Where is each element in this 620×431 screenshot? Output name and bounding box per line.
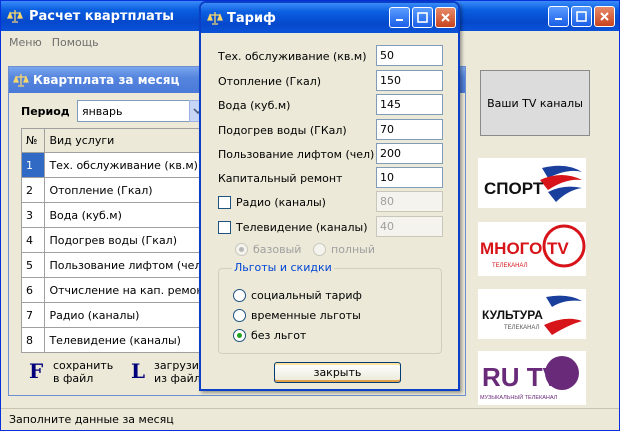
row-service: Тех. обслуживание (кв.м): [44, 152, 211, 178]
water-input[interactable]: [376, 94, 443, 115]
mnogo-logo-text: МНОГО TV: [480, 239, 569, 258]
scales-icon: [207, 10, 223, 26]
tv-channels-input: [376, 216, 443, 237]
field-water: Вода (куб.м): [218, 94, 450, 116]
close-icon[interactable]: [435, 7, 456, 28]
sport-channel-logo[interactable]: СПОРТ: [478, 158, 586, 208]
minimize-icon[interactable]: [389, 7, 410, 28]
elevator-input[interactable]: [376, 143, 443, 164]
field-elevator: Пользование лифтом (чел): [218, 143, 450, 165]
table-row[interactable]: 8 Телевидение (каналы): [20, 327, 211, 353]
row-number: 3: [20, 202, 46, 228]
menu-item-help[interactable]: Помощь: [52, 36, 99, 49]
period-select[interactable]: январь: [77, 100, 207, 122]
menu-item-menu[interactable]: Меню: [9, 36, 42, 49]
rutv-logo-sub: МУЗЫКАЛЬНЫЙ ТЕЛЕКАНАЛ: [480, 393, 558, 401]
status-text: Заполните данные за месяц: [9, 413, 174, 426]
kultura-logo-text: КУЛЬТУРА: [482, 308, 543, 322]
field-capital-repair: Капитальный ремонт: [218, 167, 450, 189]
field-water-heating: Подогрев воды (ГКал): [218, 119, 450, 141]
discount-option[interactable]: социальный тариф: [233, 289, 362, 302]
water-heating-input[interactable]: [376, 119, 443, 140]
heating-input[interactable]: [376, 70, 443, 91]
package-basic-option: базовый: [235, 243, 301, 256]
table-row[interactable]: 2 Отопление (Гкал): [20, 177, 211, 203]
package-basic-label: базовый: [253, 243, 302, 256]
rutv-channel-logo[interactable]: RU TV МУЗЫКАЛЬНЫЙ ТЕЛЕКАНАЛ: [478, 351, 586, 405]
minimize-icon[interactable]: [548, 6, 569, 27]
package-full-option: полный: [313, 243, 375, 256]
services-table: № Вид услуги 1 Тех. обслуживание (кв.м) 2…: [20, 128, 211, 353]
row-number: 2: [20, 177, 46, 203]
package-full-radio: [313, 243, 326, 256]
discounts-title: Льготы и скидки: [232, 261, 334, 274]
table-row[interactable]: 1 Тех. обслуживание (кв.м): [20, 152, 211, 178]
row-service: Вода (куб.м): [44, 202, 211, 228]
rutv-logo-text: RU TV: [482, 362, 561, 392]
status-bar: Заполните данные за месяц: [1, 408, 619, 430]
dialog-title-bar[interactable]: Тариф: [201, 3, 458, 33]
scales-icon: [13, 72, 29, 88]
row-number: 8: [20, 327, 46, 353]
row-number: 5: [20, 252, 46, 278]
save-key[interactable]: F: [29, 359, 43, 383]
kultura-logo-sub: ТЕЛЕКАНАЛ: [504, 325, 540, 331]
sport-logo-text: СПОРТ: [484, 179, 544, 198]
save-to-file-label[interactable]: сохранить в файл: [53, 359, 113, 385]
column-header-service[interactable]: Вид услуги: [44, 128, 211, 153]
package-basic-radio: [235, 243, 248, 256]
dialog-title: Тариф: [227, 10, 276, 26]
discount-option[interactable]: временные льготы: [233, 309, 361, 322]
temporary-benefits-radio[interactable]: [233, 309, 246, 322]
child-window-title: Квартплата за месяц: [33, 73, 180, 87]
social-tariff-radio[interactable]: [233, 289, 246, 302]
table-row[interactable]: 6 Отчисление на кап. ремонт: [20, 277, 211, 303]
package-full-label: полный: [331, 243, 375, 256]
field-radio: Радио (каналы): [218, 191, 450, 213]
radio-checkbox[interactable]: [218, 195, 231, 209]
maximize-icon[interactable]: [412, 7, 433, 28]
kultura-channel-logo[interactable]: КУЛЬТУРА ТЕЛЕКАНАЛ: [478, 289, 586, 339]
capital-repair-input[interactable]: [376, 167, 443, 188]
tv-checkbox[interactable]: [218, 220, 231, 234]
table-row[interactable]: 4 Подогрев воды (Гкал): [20, 227, 211, 253]
discount-label: без льгот: [251, 329, 307, 342]
row-service: Подогрев воды (Гкал): [44, 227, 211, 253]
tariff-dialog: Тариф Тех. обслуживание (кв.м) Отопление…: [199, 1, 460, 391]
table-row[interactable]: 7 Радио (каналы): [20, 302, 211, 328]
maximize-icon[interactable]: [571, 6, 592, 27]
discount-label: временные льготы: [251, 309, 361, 322]
table-row[interactable]: 3 Вода (куб.м): [20, 202, 211, 228]
field-maintenance: Тех. обслуживание (кв.м): [218, 45, 450, 67]
row-service: Радио (каналы): [44, 302, 211, 328]
field-tv: Телевидение (каналы): [218, 216, 450, 238]
row-number: 4: [20, 227, 46, 253]
discount-option[interactable]: без льгот: [233, 329, 306, 342]
row-number: 6: [20, 277, 46, 303]
mnogo-tv-logo[interactable]: МНОГО TV ТЕЛЕКАНАЛ: [478, 222, 586, 276]
load-key[interactable]: L: [131, 359, 145, 383]
column-header-number[interactable]: №: [20, 128, 46, 153]
discounts-group: Льготы и скидки социальный тариф временн…: [218, 261, 442, 354]
row-number: 7: [20, 302, 46, 328]
row-service: Отопление (Гкал): [44, 177, 211, 203]
row-number: 1: [20, 152, 46, 178]
scales-icon: [7, 8, 23, 24]
row-service: Отчисление на кап. ремонт: [44, 277, 211, 303]
radio-channels-input: [376, 191, 443, 212]
main-window-title: Расчет квартплаты: [29, 8, 175, 24]
field-heating: Отопление (Гкал): [218, 70, 450, 92]
close-button[interactable]: закрыть: [274, 362, 401, 383]
maintenance-input[interactable]: [376, 45, 443, 66]
row-service: Пользование лифтом (чел): [44, 252, 211, 278]
no-benefits-radio[interactable]: [233, 329, 246, 342]
table-row[interactable]: 5 Пользование лифтом (чел): [20, 252, 211, 278]
period-value: январь: [82, 104, 123, 118]
close-icon[interactable]: [594, 6, 615, 27]
discount-label: социальный тариф: [251, 289, 362, 302]
period-label: Период: [21, 105, 70, 118]
row-service: Телевидение (каналы): [44, 327, 211, 353]
tv-channels-button[interactable]: Ваши TV каналы: [480, 70, 590, 136]
mnogo-logo-sub: ТЕЛЕКАНАЛ: [492, 263, 528, 269]
